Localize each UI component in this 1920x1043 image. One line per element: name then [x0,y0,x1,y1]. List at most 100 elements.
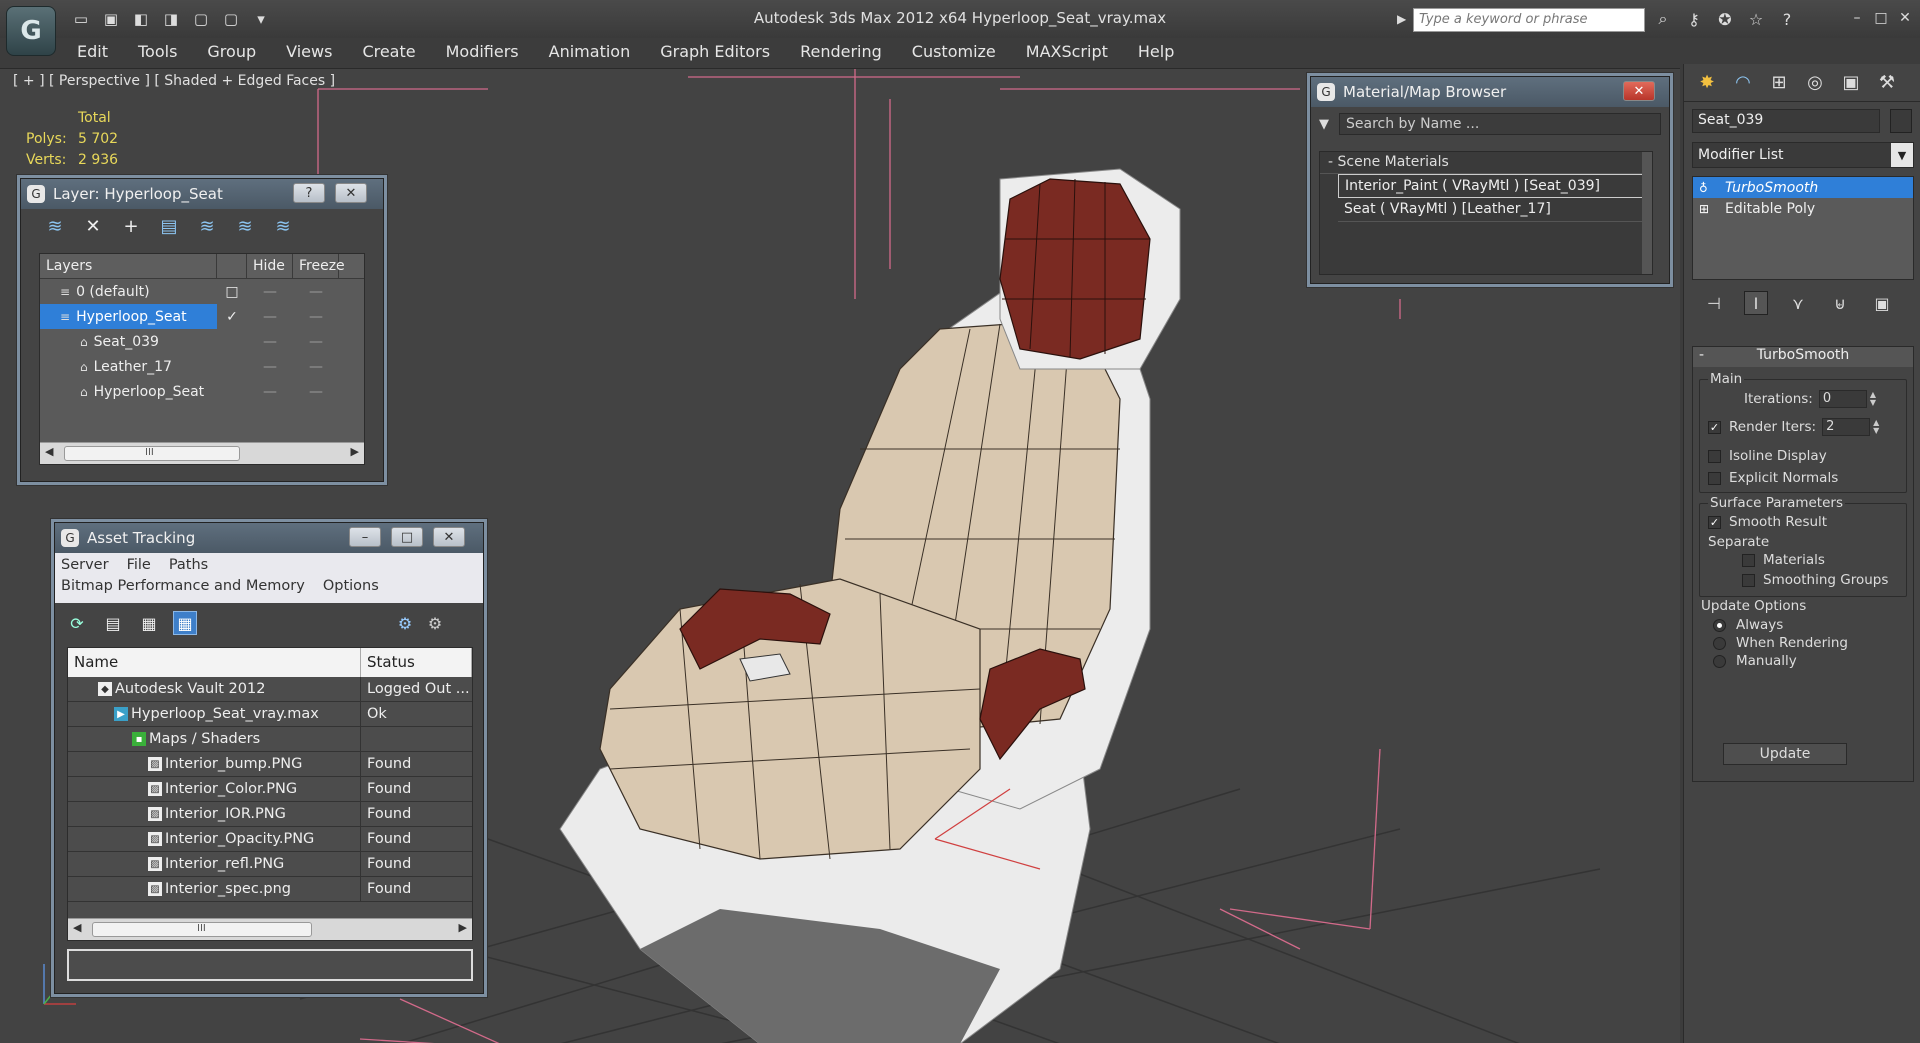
asset-path-field[interactable] [67,949,473,981]
col-name[interactable]: Name [68,648,361,677]
collapse-icon[interactable]: - [1699,347,1704,363]
binoculars-icon[interactable]: ⌕ [1652,8,1674,30]
display-tab-icon[interactable]: ▣ [1838,70,1864,96]
maximize-button[interactable]: □ [391,527,423,547]
col-status[interactable]: Status [361,648,472,677]
hierarchy-tab-icon[interactable]: ⊞ [1766,70,1792,96]
layers-icon[interactable]: ≋ [43,214,67,238]
manually-radio[interactable] [1713,654,1726,668]
star-icon[interactable]: ☆ [1745,8,1767,30]
smoothing-groups-checkbox[interactable] [1742,573,1755,587]
app-logo-icon[interactable]: G [6,6,56,56]
asset-row[interactable]: ▨ Interior_Color.PNG Found [68,777,472,802]
add-layer-icon[interactable]: + [119,214,143,238]
current-layer-checkbox[interactable]: □ [217,284,247,300]
select-objects-icon[interactable]: ▤ [157,214,181,238]
minimize-icon[interactable]: – [1848,8,1866,28]
vault-login-icon[interactable]: ⚙ [393,611,417,635]
explicit-normals-checkbox[interactable] [1708,471,1721,485]
close-button[interactable]: ✕ [1623,81,1655,101]
stack-item-editable-poly[interactable]: ⊞ Editable Poly [1693,198,1913,219]
materials-checkbox[interactable] [1742,553,1755,567]
menu-rendering[interactable]: Rendering [783,42,895,61]
menu-file[interactable]: File [127,557,151,578]
always-radio[interactable] [1713,618,1726,632]
vertical-scrollbar[interactable] [1642,152,1652,274]
close-icon[interactable]: ✕ [1896,8,1914,28]
modify-tab-icon[interactable]: ◠ [1730,70,1756,96]
col-freeze[interactable]: Freeze [293,254,345,278]
scroll-right-icon[interactable]: ▶ [459,921,467,934]
asset-row[interactable]: ▨ Interior_bump.PNG Found [68,752,472,777]
menu-modifiers[interactable]: Modifiers [429,42,532,61]
material-search-input[interactable]: Search by Name ... [1339,113,1661,135]
asset-row[interactable]: ▨ Interior_spec.png Found [68,877,472,902]
make-unique-icon[interactable]: ⋎ [1786,291,1810,315]
material-item[interactable]: Seat ( VRayMtl ) [Leather_17] [1338,198,1646,222]
hide-toggle[interactable]: — [247,284,293,300]
asset-row[interactable]: ◆ Autodesk Vault 2012 Logged Out ... [68,677,472,702]
remove-modifier-icon[interactable]: ⊌ [1828,291,1852,315]
layer-row[interactable]: ≡ 0 (default) □ — — [40,279,364,304]
hide-all-icon[interactable]: ≋ [233,214,257,238]
layer-object-row[interactable]: ⌂ Seat_039 — — [40,329,364,354]
render-iters-checkbox[interactable]: ✓ [1708,420,1721,434]
menu-group[interactable]: Group [190,42,269,61]
material-item[interactable]: Interior_Paint ( VRayMtl ) [Seat_039] [1338,174,1646,198]
list-view-icon[interactable]: ▤ [101,611,125,635]
stack-item-turbosmooth[interactable]: ♁ TurboSmooth [1693,177,1913,198]
asset-row[interactable]: ▨ Interior_refl.PNG Found [68,852,472,877]
freeze-toggle[interactable]: — [293,284,339,300]
object-name-field[interactable]: Seat_039 [1692,109,1880,133]
viewport-label[interactable]: [ + ] [ Perspective ] [ Shaded + Edged F… [13,73,335,89]
highlight-layer-icon[interactable]: ≋ [195,214,219,238]
asset-row[interactable]: ▨ Interior_Opacity.PNG Found [68,827,472,852]
configure-sets-icon[interactable]: ▣ [1870,291,1894,315]
material-browser-titlebar[interactable]: G Material/Map Browser ✕ [1311,77,1669,107]
asset-row[interactable]: ▶ Hyperloop_Seat_vray.max Ok [68,702,472,727]
spinner-arrows-icon[interactable]: ▲ ▼ [1870,391,1876,407]
motion-tab-icon[interactable]: ◎ [1802,70,1828,96]
help-button[interactable]: ? [293,183,325,203]
horizontal-scrollbar[interactable]: ◀ III ▶ [68,918,472,940]
headrest-cushion[interactable] [999,178,1151,360]
close-button[interactable]: ✕ [433,527,465,547]
scene-materials-group[interactable]: - Scene Materials [1320,152,1652,174]
subscription-icon[interactable]: ✪ [1714,8,1736,30]
scroll-left-icon[interactable]: ◀ [45,445,53,458]
scroll-left-icon[interactable]: ◀ [73,921,81,934]
freeze-toggle[interactable]: — [293,359,339,375]
menu-graph-editors[interactable]: Graph Editors [643,42,783,61]
pin-stack-icon[interactable]: ⊣ [1702,291,1726,315]
horizontal-scrollbar[interactable]: ◀ III ▶ [40,442,364,464]
rollout-header[interactable]: - TurboSmooth [1693,347,1913,367]
col-hide[interactable]: Hide [247,254,293,278]
layer-object-row[interactable]: ⌂ Hyperloop_Seat — — [40,379,364,404]
freeze-all-icon[interactable]: ≋ [271,214,295,238]
scroll-thumb[interactable]: III [64,446,240,461]
search-input[interactable]: Type a keyword or phrase [1413,8,1645,32]
vault-logout-icon[interactable]: ⚙ [423,611,447,635]
thumbnail-view-icon[interactable]: ▦ [137,611,161,635]
menu-maxscript[interactable]: MAXScript [1009,42,1121,61]
menu-create[interactable]: Create [345,42,428,61]
hide-toggle[interactable]: — [247,359,293,375]
close-button[interactable]: ✕ [335,183,367,203]
utilities-tab-icon[interactable]: ⚒ [1874,70,1900,96]
expand-icon[interactable]: ⊞ [1699,202,1715,216]
asset-row[interactable]: ▪ Maps / Shaders [68,727,472,752]
menu-customize[interactable]: Customize [895,42,1009,61]
current-layer-check[interactable]: ✓ [217,309,247,325]
refresh-icon[interactable]: ⟳ [65,611,89,635]
freeze-toggle[interactable]: — [293,309,339,325]
minimize-button[interactable]: – [349,527,381,547]
iterations-spinner[interactable]: 0 [1818,390,1867,408]
freeze-toggle[interactable]: — [293,334,339,350]
menu-server[interactable]: Server [61,557,109,578]
col-layers[interactable]: Layers [40,254,217,278]
hide-toggle[interactable]: — [247,384,293,400]
isoline-checkbox[interactable] [1708,449,1721,463]
freeze-toggle[interactable]: — [293,384,339,400]
menu-views[interactable]: Views [269,42,345,61]
layer-dialog-titlebar[interactable]: G Layer: Hyperloop_Seat ? ✕ [21,179,383,209]
